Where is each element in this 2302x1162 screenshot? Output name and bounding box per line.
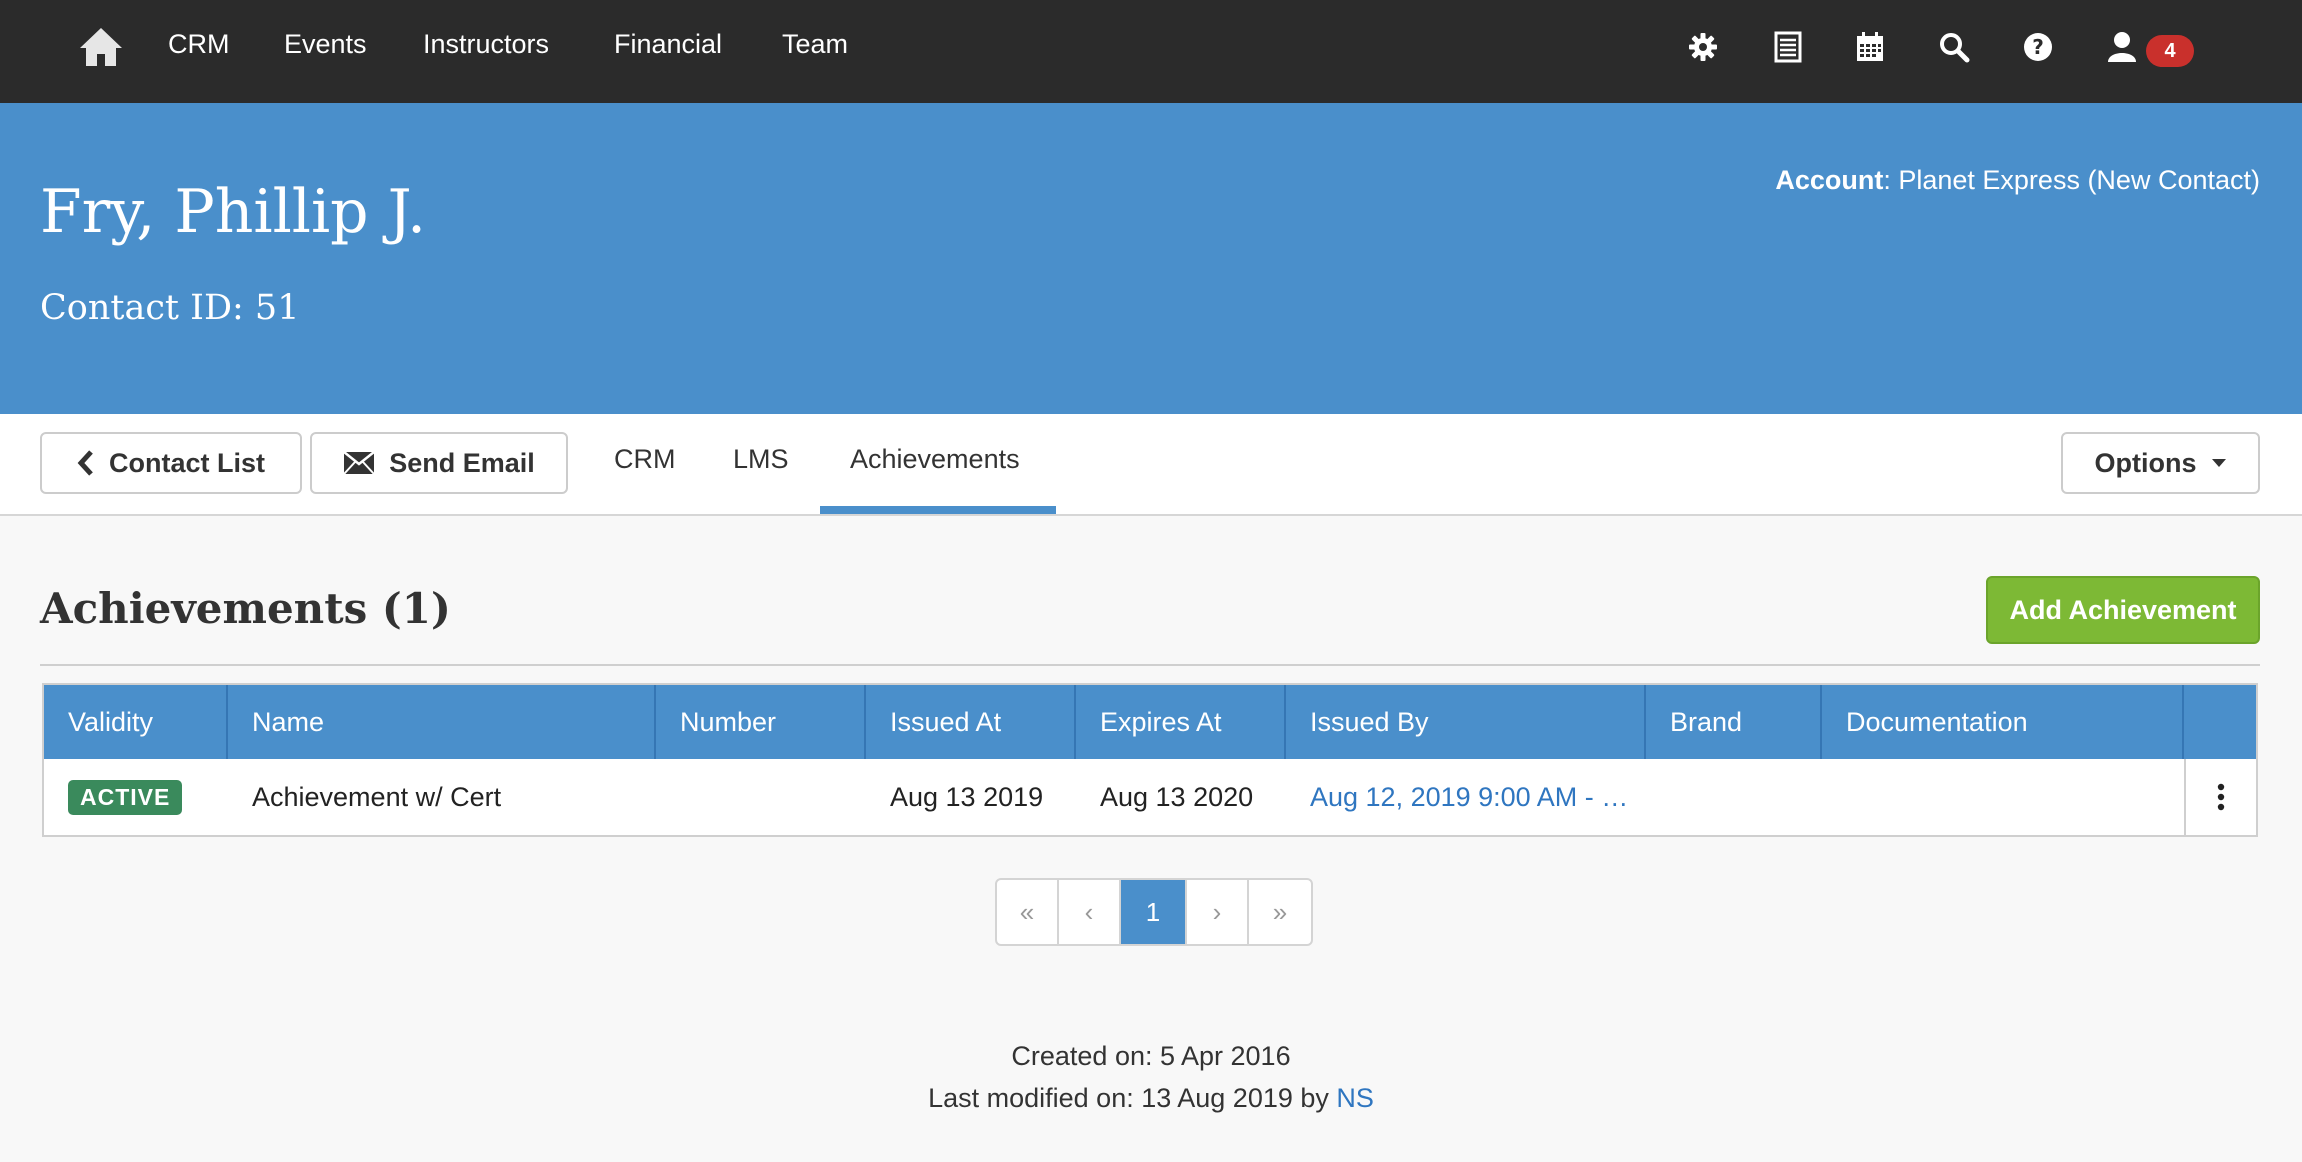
issued-by-cell: Aug 12, 2019 9:00 AM - … [1286,759,1646,835]
send-email-button[interactable]: Send Email [310,432,568,494]
envelope-icon [343,451,375,475]
column-header-issued-at[interactable]: Issued At [866,685,1076,759]
send-email-label: Send Email [389,447,535,478]
achievements-table: Validity Name Number Issued At Expires A… [42,683,2258,837]
nav-link-instructors[interactable]: Instructors [423,29,549,60]
account-value[interactable]: : Planet Express (New Contact) [1883,165,2260,195]
notification-badge[interactable]: 4 [2146,35,2194,67]
created-on-text: Created on: 5 Apr 2016 [1011,1041,1291,1071]
status-badge: ACTIVE [68,779,183,815]
issued-by-link[interactable]: Aug 12, 2019 9:00 AM - … [1310,782,1628,813]
validity-cell: ACTIVE [44,759,228,835]
top-navbar: CRM Events Instructors Financial Team ? … [0,0,2302,103]
options-dropdown-button[interactable]: Options [2061,432,2260,494]
section-divider [40,664,2260,666]
list-icon[interactable] [1771,30,1805,64]
chevron-left-icon [77,450,93,476]
last-modified-text: Last modified on: 13 Aug 2019 by NS [0,1083,2302,1114]
modified-by-link[interactable]: NS [1336,1083,1374,1113]
pagination-last[interactable]: » [1249,880,1311,944]
svg-text:?: ? [2032,35,2044,59]
column-header-brand[interactable]: Brand [1646,685,1822,759]
section-title: Achievements (1) [40,584,451,633]
pagination-first[interactable]: « [997,880,1059,944]
pagination-prev[interactable]: ‹ [1059,880,1121,944]
tab-achievements[interactable]: Achievements [850,444,1020,475]
nav-link-team[interactable]: Team [782,29,848,60]
contact-list-label: Contact List [108,447,265,478]
tab-crm[interactable]: CRM [614,444,676,475]
number-cell [656,759,866,835]
pagination: « ‹ 1 › » [995,878,1313,946]
column-header-name[interactable]: Name [228,685,656,759]
brand-cell [1646,759,1822,835]
contact-id: Contact ID: 51 [40,288,300,328]
pagination-current-page[interactable]: 1 [1121,880,1187,944]
nav-link-financial[interactable]: Financial [614,29,722,60]
home-icon[interactable] [78,24,124,70]
gear-icon[interactable] [1686,30,1720,64]
tab-lms[interactable]: LMS [733,444,789,475]
pagination-next[interactable]: › [1187,880,1249,944]
contact-header: Fry, Phillip J. Contact ID: 51 Account: … [0,103,2302,414]
kebab-menu-icon[interactable] [2211,782,2231,812]
issued-at-cell: Aug 13 2019 [890,781,1044,812]
search-icon[interactable] [1937,30,1971,64]
column-header-documentation[interactable]: Documentation [1822,685,2184,759]
last-modified-label: Last modified on: 13 Aug 2019 by [928,1083,1337,1113]
column-header-expires-at[interactable]: Expires At [1076,685,1286,759]
table-header-row: Validity Name Number Issued At Expires A… [44,685,2256,759]
active-tab-indicator [820,506,1056,514]
nav-link-events[interactable]: Events [284,29,367,60]
row-actions-cell [2184,759,2256,835]
calendar-icon[interactable] [1853,30,1887,64]
account-info: Account: Planet Express (New Contact) [1775,165,2260,196]
table-row[interactable]: ACTIVE Achievement w/ Cert Aug 13 2019 A… [44,759,2256,835]
name-cell: Achievement w/ Cert [252,781,502,812]
column-header-number[interactable]: Number [656,685,866,759]
nav-link-crm[interactable]: CRM [168,29,230,60]
documentation-cell [1822,759,2184,835]
contact-tabbar: Contact List Send Email CRM LMS Achievem… [0,414,2302,516]
column-header-validity[interactable]: Validity [44,685,228,759]
add-achievement-button[interactable]: Add Achievement [1986,576,2260,644]
expires-at-cell: Aug 13 2020 [1100,781,1254,812]
help-icon[interactable]: ? [2021,30,2055,64]
column-header-actions [2184,685,2256,759]
user-icon[interactable] [2105,30,2139,64]
contact-list-button[interactable]: Contact List [40,432,302,494]
options-label: Options [2094,447,2197,478]
contact-name: Fry, Phillip J. [40,177,427,247]
column-header-issued-by[interactable]: Issued By [1286,685,1646,759]
caret-down-icon [2211,459,2226,467]
account-label: Account [1775,165,1884,195]
